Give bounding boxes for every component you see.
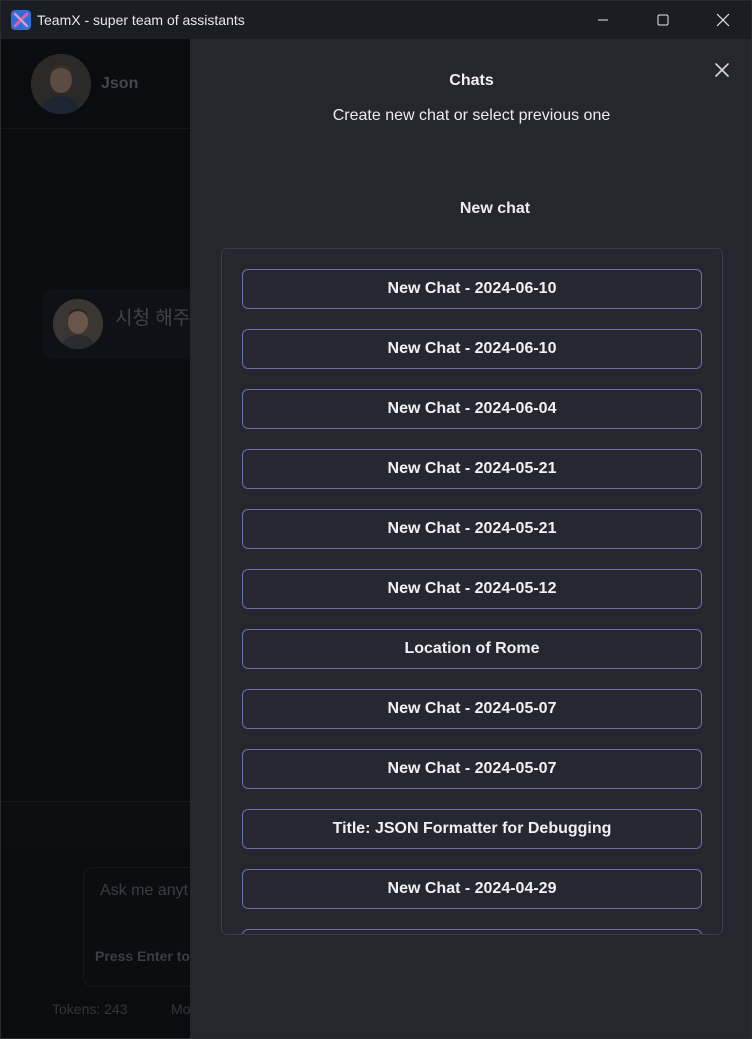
minimize-icon: [598, 19, 608, 21]
input-hint: Press Enter to: [95, 948, 190, 964]
title-bar[interactable]: TeamX - super team of assistants: [1, 1, 751, 39]
chat-list-item[interactable]: New Chat - 2024-05-07: [242, 749, 702, 789]
chat-list-item[interactable]: New Chat - 2024-06-10: [242, 329, 702, 369]
assistant-avatar: [53, 299, 103, 349]
new-chat-button[interactable]: New chat: [421, 197, 569, 221]
chat-list-item[interactable]: New Chat - 2024-05-12: [242, 569, 702, 609]
user-avatar[interactable]: [31, 54, 91, 114]
chat-list-item[interactable]: Location of Rome: [242, 629, 702, 669]
drawer-subtitle: Create new chat or select previous one: [332, 107, 611, 124]
minimize-button[interactable]: [573, 1, 633, 39]
window-controls: [573, 1, 751, 39]
input-placeholder: Ask me anyt: [100, 882, 189, 899]
user-photo-icon: [31, 54, 91, 114]
model-label: Mo: [171, 1001, 191, 1017]
app-window: TeamX - super team of assistants Json 시청…: [0, 0, 752, 1039]
tokens-count: Tokens: 243: [52, 1001, 128, 1017]
message-text: 시청 해주: [115, 308, 191, 329]
window-title: TeamX - super team of assistants: [37, 12, 245, 28]
teamx-logo-icon: [11, 10, 31, 30]
chat-list-item[interactable]: [242, 929, 702, 934]
chat-list-item[interactable]: New Chat - 2024-06-04: [242, 389, 702, 429]
chat-list[interactable]: New Chat - 2024-06-10 New Chat - 2024-06…: [221, 248, 723, 935]
chat-list-item[interactable]: New Chat - 2024-05-21: [242, 449, 702, 489]
chat-list-item[interactable]: New Chat - 2024-05-07: [242, 689, 702, 729]
chats-drawer: Chats Create new chat or select previous…: [190, 39, 751, 1038]
maximize-icon: [657, 14, 669, 26]
drawer-title: Chats: [449, 72, 494, 89]
chat-list-item[interactable]: Title: JSON Formatter for Debugging: [242, 809, 702, 849]
chat-list-item[interactable]: New Chat - 2024-06-10: [242, 269, 702, 309]
user-name: Json: [101, 75, 139, 92]
chat-list-item[interactable]: New Chat - 2024-04-29: [242, 869, 702, 909]
close-icon: [716, 13, 730, 27]
assistant-photo-icon: [53, 299, 103, 349]
close-window-button[interactable]: [693, 1, 751, 39]
maximize-button[interactable]: [633, 1, 693, 39]
chat-list-item[interactable]: New Chat - 2024-05-21: [242, 509, 702, 549]
